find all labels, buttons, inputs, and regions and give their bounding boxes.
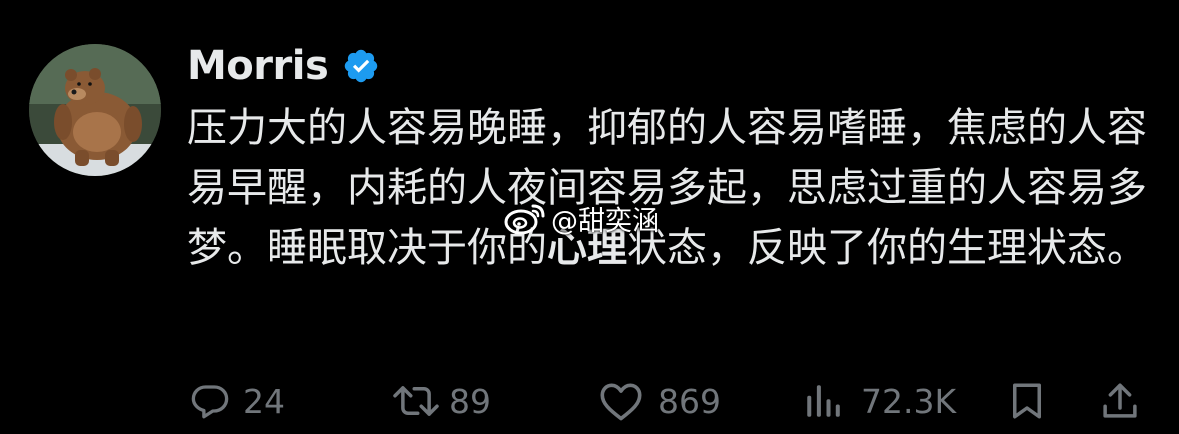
bear-avatar-icon (29, 44, 161, 176)
author-avatar[interactable] (29, 44, 161, 176)
like-count: 869 (658, 381, 721, 421)
author-row: Morris (187, 38, 380, 94)
weibo-watermark: @甜奕涵 (503, 196, 659, 240)
bookmark-icon (1013, 383, 1041, 419)
retweet-icon (393, 386, 439, 416)
share-icon (1103, 383, 1137, 418)
tweet-text-part-2: 状态，反映了你的生理状态。 (627, 225, 1147, 271)
tweet-text: 压力大的人容易晚睡，抑郁的人容易嗜睡，焦虑的人容易早醒，内耗的人夜间容易多起，思… (187, 98, 1152, 278)
views-icon (807, 385, 840, 417)
reply-icon (191, 385, 229, 419)
views-count: 72.3K (861, 381, 957, 421)
heart-icon (600, 383, 642, 421)
author-name[interactable]: Morris (187, 43, 329, 89)
share-button[interactable] (1099, 372, 1141, 430)
action-bar: 24 89 869 72.3K (0, 372, 1179, 430)
retweet-button[interactable]: 89 (391, 372, 491, 430)
bookmark-button[interactable] (1006, 372, 1048, 430)
reply-button[interactable]: 24 (189, 372, 285, 430)
weibo-icon (504, 204, 545, 235)
like-button[interactable]: 869 (598, 372, 721, 430)
verified-badge-icon (342, 47, 380, 85)
views-button[interactable]: 72.3K (801, 372, 956, 430)
watermark-text: @甜奕涵 (551, 205, 659, 237)
retweet-count: 89 (449, 381, 491, 421)
reply-count: 24 (243, 381, 285, 421)
